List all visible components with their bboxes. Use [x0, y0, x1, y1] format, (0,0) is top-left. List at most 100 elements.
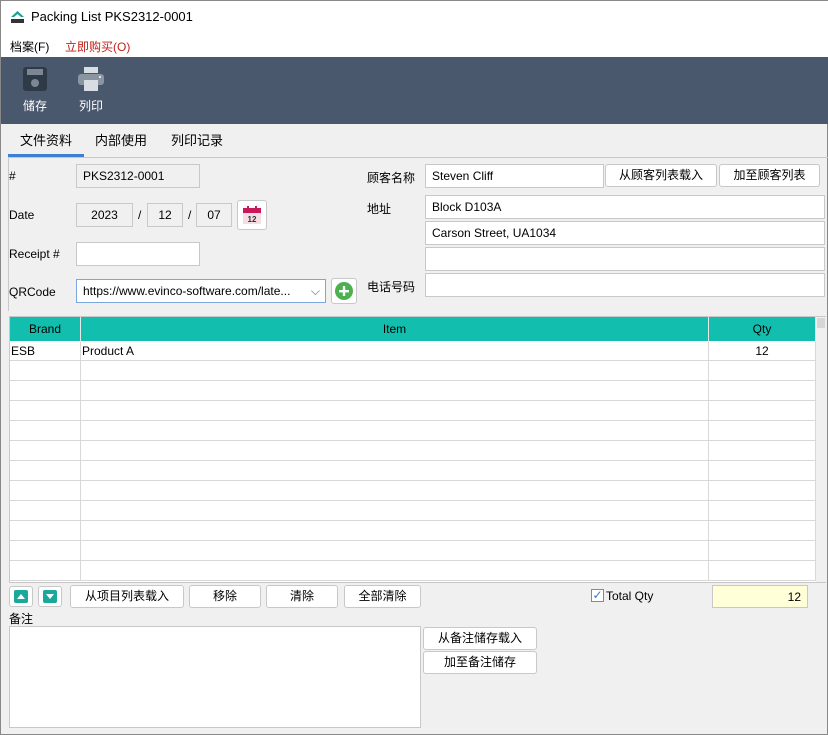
- remove-button[interactable]: 移除: [189, 585, 261, 608]
- table-row[interactable]: [10, 501, 816, 521]
- table-row[interactable]: [10, 361, 816, 381]
- table-cell-item[interactable]: [81, 541, 709, 561]
- load-items-button[interactable]: 从项目列表载入: [70, 585, 184, 608]
- table-cell-item[interactable]: [81, 481, 709, 501]
- table-cell-qty[interactable]: [709, 561, 816, 581]
- items-grid: Brand Item Qty ESB Product A 12: [9, 316, 826, 583]
- add-qrcode-button[interactable]: [331, 278, 357, 304]
- table-cell-qty[interactable]: [709, 521, 816, 541]
- column-header-brand[interactable]: Brand: [10, 317, 81, 341]
- clear-button[interactable]: 清除: [266, 585, 338, 608]
- total-qty-field: 12: [712, 585, 808, 608]
- receipt-field[interactable]: [76, 242, 200, 266]
- save-icon: [23, 67, 47, 91]
- tab-internal-use[interactable]: 内部使用: [87, 125, 155, 157]
- table-cell-item[interactable]: [81, 361, 709, 381]
- table-cell-brand[interactable]: [10, 441, 81, 461]
- day-field[interactable]: 07: [196, 203, 232, 227]
- table-cell-item[interactable]: [81, 461, 709, 481]
- printer-icon: [78, 67, 104, 91]
- table-row[interactable]: [10, 481, 816, 501]
- table-cell-qty[interactable]: [709, 421, 816, 441]
- tab-document-info[interactable]: 文件资料: [8, 125, 84, 157]
- svg-text:12: 12: [248, 215, 257, 224]
- table-cell-item[interactable]: [81, 441, 709, 461]
- calendar-button[interactable]: 12: [237, 200, 267, 230]
- table-cell-qty[interactable]: [709, 441, 816, 461]
- table-cell-qty[interactable]: [709, 361, 816, 381]
- table-cell-item[interactable]: [81, 501, 709, 521]
- table-cell-qty[interactable]: [709, 401, 816, 421]
- table-row[interactable]: [10, 441, 816, 461]
- address-line-2[interactable]: Carson Street, UA1034: [425, 221, 825, 245]
- phone-label: 电话号码: [367, 280, 416, 294]
- table-cell-item[interactable]: [81, 421, 709, 441]
- table-row[interactable]: [10, 381, 816, 401]
- notes-textarea[interactable]: [9, 626, 421, 728]
- table-cell-brand[interactable]: [10, 361, 81, 381]
- table-row[interactable]: [10, 461, 816, 481]
- table-cell-brand[interactable]: [10, 481, 81, 501]
- table-cell-qty[interactable]: [709, 541, 816, 561]
- table-cell-brand[interactable]: [10, 461, 81, 481]
- table-cell-item[interactable]: [81, 401, 709, 421]
- table-cell-brand[interactable]: [10, 541, 81, 561]
- grid-scrollbar[interactable]: [816, 317, 826, 582]
- qrcode-label: QRCode: [9, 285, 56, 299]
- column-header-qty[interactable]: Qty: [709, 317, 816, 341]
- calendar-icon: 12: [243, 206, 261, 224]
- load-customer-button[interactable]: 从顾客列表载入: [605, 164, 717, 187]
- date-label: Date: [9, 208, 35, 222]
- save-button[interactable]: 储存: [10, 57, 60, 124]
- table-cell-item[interactable]: [81, 521, 709, 541]
- add-notes-button[interactable]: 加至备注储存: [423, 651, 537, 674]
- address-line-1[interactable]: Block D103A: [425, 195, 825, 219]
- phone-field[interactable]: [425, 273, 825, 297]
- table-cell-qty[interactable]: [709, 501, 816, 521]
- clear-all-button[interactable]: 全部清除: [344, 585, 421, 608]
- column-header-item[interactable]: Item: [81, 317, 709, 341]
- address-line-3[interactable]: [425, 247, 825, 271]
- table-row[interactable]: [10, 421, 816, 441]
- move-up-button[interactable]: [9, 586, 33, 607]
- qrcode-select[interactable]: https://www.evinco-software.com/late... ⌵: [76, 279, 326, 303]
- table-cell-brand[interactable]: [10, 521, 81, 541]
- table-cell-item[interactable]: [81, 561, 709, 581]
- year-field[interactable]: 2023: [76, 203, 133, 227]
- load-notes-button[interactable]: 从备注储存载入: [423, 627, 537, 650]
- address-label: 地址: [367, 202, 392, 216]
- table-row[interactable]: [10, 401, 816, 421]
- table-row[interactable]: [10, 521, 816, 541]
- table-cell-qty[interactable]: [709, 381, 816, 401]
- customer-label: 顾客名称: [367, 171, 416, 185]
- menu-buy-now[interactable]: 立即购买(O): [65, 38, 130, 55]
- table-cell-item[interactable]: Product A: [81, 341, 709, 361]
- table-cell-item[interactable]: [81, 381, 709, 401]
- add-customer-button[interactable]: 加至顾客列表: [719, 164, 820, 187]
- print-button[interactable]: 列印: [66, 57, 116, 124]
- table-cell-brand[interactable]: [10, 501, 81, 521]
- toolbar: 储存 列印: [1, 57, 828, 124]
- receipt-label: Receipt #: [9, 247, 60, 261]
- table-cell-brand[interactable]: [10, 561, 81, 581]
- date-separator: /: [188, 208, 192, 222]
- table-cell-brand[interactable]: [10, 381, 81, 401]
- number-label: #: [9, 169, 16, 183]
- table-cell-brand[interactable]: [10, 421, 81, 441]
- customer-field[interactable]: Steven Cliff: [425, 164, 604, 188]
- tab-print-log[interactable]: 列印记录: [161, 125, 233, 157]
- table-cell-brand[interactable]: [10, 401, 81, 421]
- table-row[interactable]: [10, 541, 816, 561]
- table-cell-qty[interactable]: 12: [709, 341, 816, 361]
- table-cell-brand[interactable]: ESB: [10, 341, 81, 361]
- menu-file[interactable]: 档案(F): [10, 38, 49, 55]
- table-cell-qty[interactable]: [709, 481, 816, 501]
- table-cell-qty[interactable]: [709, 461, 816, 481]
- title-bar: Packing List PKS2312-0001: [1, 1, 828, 33]
- total-qty-checkbox[interactable]: ✓: [591, 589, 604, 602]
- table-row[interactable]: [10, 561, 816, 581]
- table-row[interactable]: ESB Product A 12: [10, 341, 816, 361]
- move-down-button[interactable]: [38, 586, 62, 607]
- month-field[interactable]: 12: [147, 203, 183, 227]
- number-field[interactable]: PKS2312-0001: [76, 164, 200, 188]
